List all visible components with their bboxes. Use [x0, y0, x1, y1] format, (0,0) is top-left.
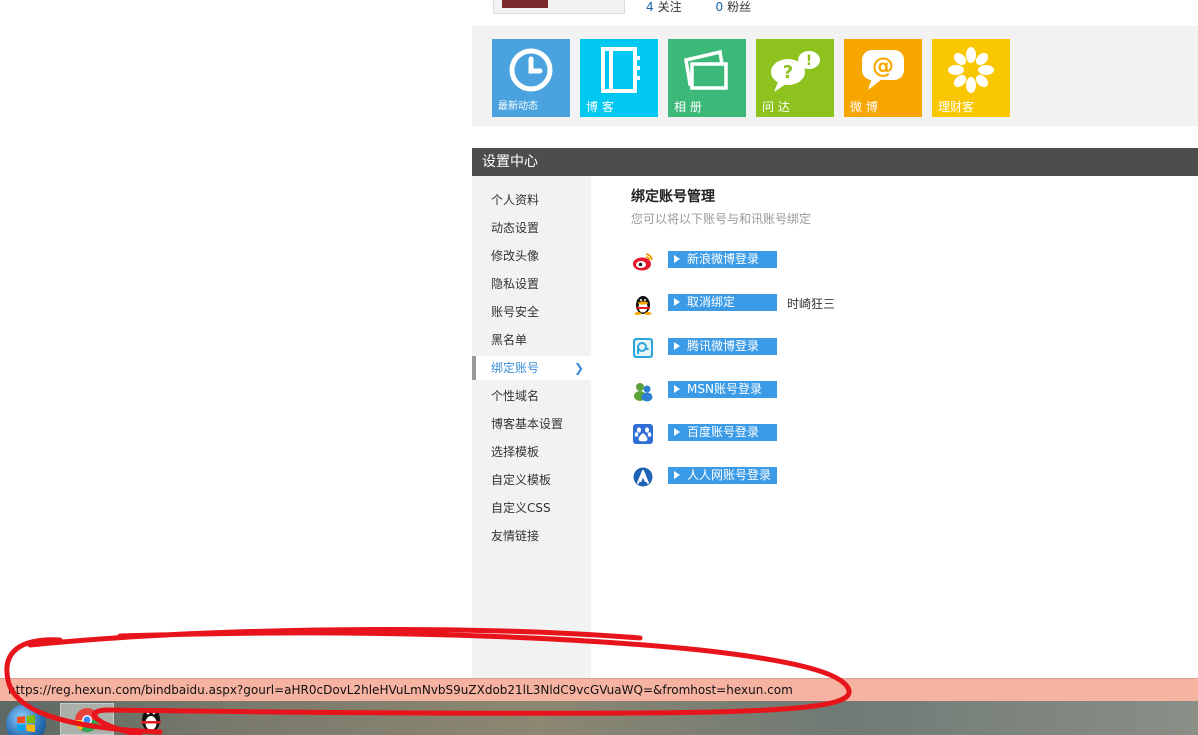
chrome-browser-icon	[75, 708, 99, 733]
qq-unbind-button[interactable]: 取消绑定	[668, 294, 777, 311]
tencent-weibo-icon	[633, 338, 653, 358]
sidebar-item-blacklist[interactable]: 黑名单	[472, 328, 591, 352]
sidebar-item-custom-css[interactable]: 自定义CSS	[472, 496, 591, 520]
button-label: 人人网账号登录	[687, 468, 772, 482]
follow-count-link[interactable]: 4 关注	[646, 0, 682, 14]
sidebar-item-choose-template[interactable]: 选择模板	[472, 440, 591, 464]
taskbar-qq-button[interactable]	[124, 703, 178, 735]
button-label: 新浪微博登录	[687, 252, 760, 266]
windows-taskbar	[0, 701, 1198, 735]
question-bubble-icon: ? !	[771, 51, 820, 92]
play-arrow-icon	[674, 471, 680, 479]
msn-icon	[634, 383, 653, 402]
taskbar-browser-button[interactable]	[60, 703, 114, 735]
follow-count: 4	[646, 0, 654, 14]
tile-latest-activity[interactable]: 最新动态	[492, 39, 570, 117]
button-label: MSN账号登录	[687, 382, 762, 396]
tile-blog[interactable]: 博 客	[580, 39, 658, 117]
flower-icon	[948, 47, 994, 93]
sidebar-item-blog-basic-settings[interactable]: 博客基本设置	[472, 412, 591, 436]
tile-label: 微 博	[850, 100, 878, 114]
avatar[interactable]	[493, 0, 625, 14]
follow-label: 关注	[657, 0, 682, 14]
windows-start-icon[interactable]	[6, 704, 46, 735]
fans-count-link[interactable]: 0 粉丝	[715, 0, 751, 14]
avatar-image	[502, 0, 548, 8]
tile-label: 理财客	[938, 100, 975, 114]
at-bubble-icon: @	[862, 50, 904, 90]
tile-label: 问 达	[762, 100, 790, 114]
baidu-login-button[interactable]: 百度账号登录	[668, 424, 777, 441]
baidu-paw-icon	[633, 424, 653, 444]
app-tiles-bar: 最新动态 博 客 相 册 ? ! 问 达 @ 微 博 理财客	[472, 26, 1198, 126]
sidebar-item-activity-settings[interactable]: 动态设置	[472, 216, 591, 240]
sidebar-item-custom-template[interactable]: 自定义模板	[472, 468, 591, 492]
sidebar-item-profile[interactable]: 个人资料	[472, 188, 591, 212]
tile-label: 博 客	[586, 100, 614, 114]
sidebar-item-account-security[interactable]: 账号安全	[472, 300, 591, 324]
browser-status-bar-url: https://reg.hexun.com/bindbaidu.aspx?gou…	[0, 678, 1198, 701]
renren-login-button[interactable]: 人人网账号登录	[668, 467, 777, 484]
play-arrow-icon	[674, 428, 680, 436]
page: 4 关注 0 粉丝 最新动态 博 客 相 册 ? ! 问 达 @ 微 博 理财客…	[0, 0, 1198, 735]
qq-penguin-icon	[141, 708, 161, 732]
tile-label: 最新动态	[498, 101, 538, 112]
tile-wenda[interactable]: ? ! 问 达	[756, 39, 834, 117]
page-title: 绑定账号管理	[631, 189, 715, 205]
tencent-weibo-login-button[interactable]: 腾讯微博登录	[668, 338, 777, 355]
renren-icon	[633, 467, 653, 487]
tile-label: 相 册	[674, 100, 702, 114]
svg-text:?: ?	[783, 62, 793, 83]
sina-weibo-login-button[interactable]: 新浪微博登录	[668, 251, 777, 268]
sina-weibo-icon	[633, 253, 653, 271]
play-arrow-icon	[674, 385, 680, 393]
chevron-right-icon: ❯	[573, 361, 584, 375]
sidebar-item-bind-account[interactable]: 绑定账号 ❯	[472, 356, 591, 380]
button-label: 百度账号登录	[687, 425, 760, 439]
page-subtitle: 您可以将以下账号与和讯账号绑定	[631, 212, 812, 226]
clock-icon	[509, 48, 553, 92]
sidebar-item-privacy[interactable]: 隐私设置	[472, 272, 591, 296]
qq-penguin-icon	[634, 296, 652, 315]
svg-text:!: !	[806, 53, 812, 69]
photo-album-icon	[684, 49, 728, 90]
msn-login-button[interactable]: MSN账号登录	[668, 381, 777, 398]
notebook-icon	[601, 47, 640, 93]
windows-logo	[17, 715, 35, 732]
tile-album[interactable]: 相 册	[668, 39, 746, 117]
sidebar-item-label: 绑定账号	[491, 361, 540, 375]
bound-username: 时崎狂三	[787, 297, 836, 311]
fans-label: 粉丝	[727, 0, 752, 14]
sidebar-item-change-avatar[interactable]: 修改头像	[472, 244, 591, 268]
play-arrow-icon	[674, 298, 680, 306]
button-label: 取消绑定	[687, 295, 736, 309]
settings-center-header: 设置中心	[472, 148, 1198, 176]
sidebar-item-custom-domain[interactable]: 个性域名	[472, 384, 591, 408]
tile-weibo[interactable]: @ 微 博	[844, 39, 922, 117]
fans-count: 0	[715, 0, 724, 14]
svg-text:@: @	[872, 54, 894, 79]
settings-sidebar: 个人资料 动态设置 修改头像 隐私设置 账号安全 黑名单 绑定账号 ❯ 个性域名…	[472, 176, 591, 678]
sidebar-item-friend-links[interactable]: 友情链接	[472, 524, 591, 548]
play-arrow-icon	[674, 255, 680, 263]
tile-licaike[interactable]: 理财客	[932, 39, 1010, 117]
button-label: 腾讯微博登录	[687, 339, 760, 353]
follow-stats: 4 关注 0 粉丝	[646, 0, 781, 16]
play-arrow-icon	[674, 342, 680, 350]
